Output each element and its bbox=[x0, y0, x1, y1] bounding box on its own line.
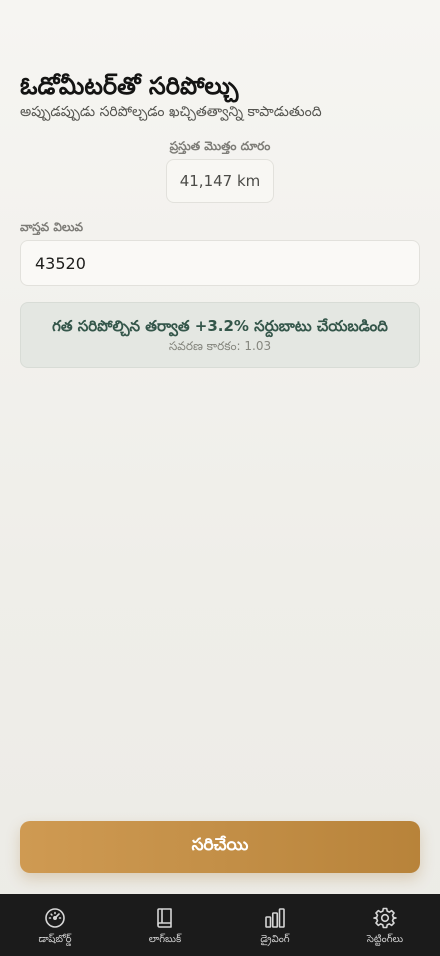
tab-label: డ్రైవింగ్ bbox=[260, 934, 290, 945]
correction-factor: సవరణ కారకం: 1.03 bbox=[168, 339, 272, 353]
actual-value-label: వాస్తవ విలువ bbox=[20, 220, 84, 234]
current-distance-label: ప్రస్తుత మొత్తం దూరం bbox=[169, 139, 271, 153]
gear-icon bbox=[373, 907, 397, 929]
tab-label: లాగ్‌బుక్ bbox=[148, 934, 182, 945]
bar-chart-icon bbox=[265, 908, 285, 928]
book-icon bbox=[157, 908, 172, 928]
tab-bar: డాష్‌బోర్డ్ లాగ్‌బుక్ డ్రైవింగ్ సెట్టి bbox=[0, 894, 440, 956]
page-subtitle: అప్పుడప్పుడు సరిపోల్చడం ఖచ్చితత్వాన్ని క… bbox=[20, 104, 322, 120]
tab-settings[interactable]: సెట్టింగ్‌లు bbox=[330, 894, 440, 956]
current-distance-value: 41,147 km bbox=[165, 159, 275, 203]
tab-driving[interactable]: డ్రైవింగ్ bbox=[220, 894, 330, 956]
speedometer-icon bbox=[45, 908, 65, 928]
calibration-screen: ఓడోమీటర్‌తో సరిపోల్చు అప్పుడప్పుడు సరిపో… bbox=[0, 0, 440, 956]
confirm-button[interactable]: సరిచేయి bbox=[20, 821, 420, 873]
calibration-message: గత సరిపోల్చిన తర్వాత +3.2% సర్దుబాటు చేయ… bbox=[52, 317, 388, 335]
calibration-info-box: గత సరిపోల్చిన తర్వాత +3.2% సర్దుబాటు చేయ… bbox=[20, 302, 420, 368]
page-title: ఓడోమీటర్‌తో సరిపోల్చు bbox=[20, 72, 239, 100]
tab-dashboard[interactable]: డాష్‌బోర్డ్ bbox=[0, 894, 110, 956]
tab-logbook[interactable]: లాగ్‌బుక్ bbox=[110, 894, 220, 956]
current-distance-block: ప్రస్తుత మొత్తం దూరం 41,147 km bbox=[0, 137, 440, 203]
tab-label: సెట్టింగ్‌లు bbox=[366, 934, 404, 945]
tab-label: డాష్‌బోర్డ్ bbox=[38, 934, 72, 945]
actual-value-input[interactable] bbox=[20, 240, 420, 286]
